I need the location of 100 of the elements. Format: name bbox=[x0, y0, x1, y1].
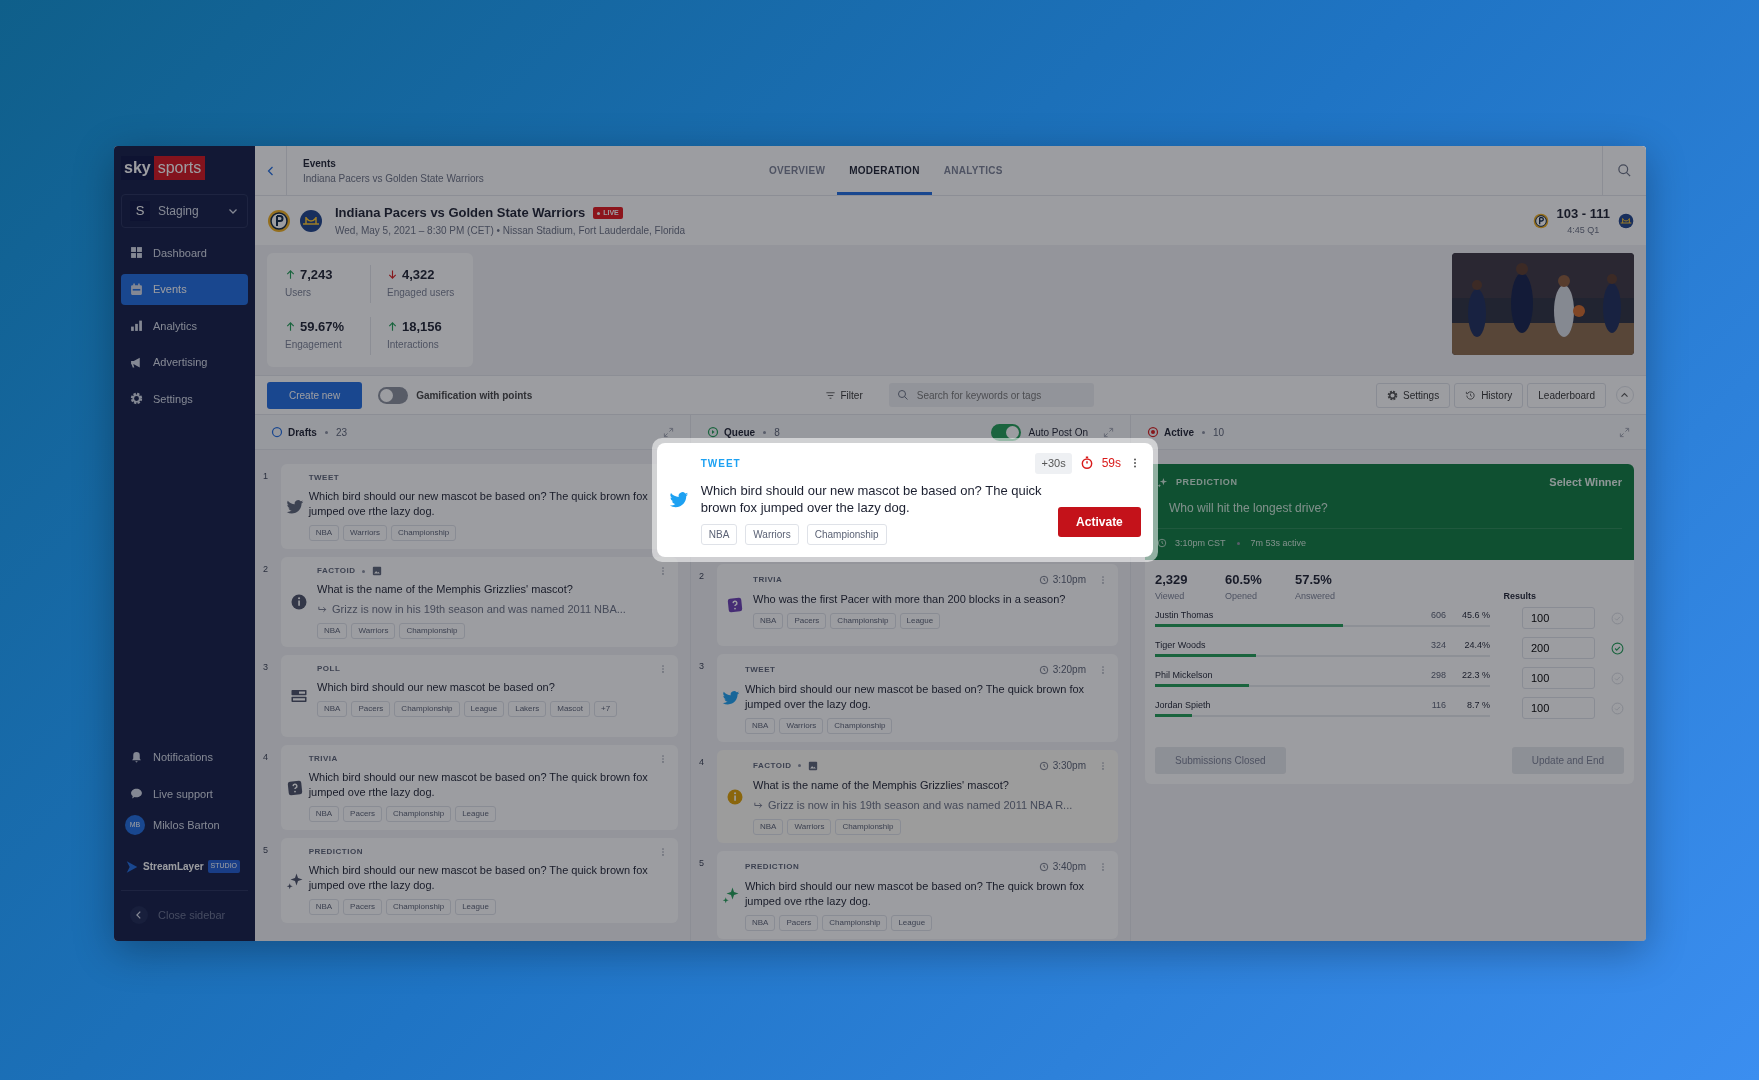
tag[interactable]: Championship bbox=[386, 899, 452, 915]
tag[interactable]: League bbox=[455, 899, 496, 915]
score: 103 - 111 bbox=[1556, 205, 1610, 223]
card-subtext: Grizz is now in his 19th season and was named 2011 NBA... bbox=[332, 602, 626, 617]
breadcrumb-subtitle: Indiana Pacers vs Golden State Warriors bbox=[303, 171, 485, 186]
toolbar-button[interactable]: Leaderboard bbox=[1527, 382, 1606, 408]
content-card[interactable]: POLL Which bird should our new mascot be based on? NBA Pacers Championship League Lakers Mascot +7 bbox=[281, 655, 678, 737]
tag[interactable]: Championship bbox=[822, 915, 888, 931]
brand-name: StreamLayer bbox=[143, 860, 204, 874]
extend-time-button[interactable]: +30s bbox=[1035, 453, 1072, 474]
search-icon[interactable] bbox=[1617, 163, 1632, 178]
tag[interactable]: Lakers bbox=[508, 701, 547, 717]
content-card[interactable]: FACTOID What is the name of the Memphis Grizzlies' mascot? Grizz is now in his 19th season and was named 2011 NBA... NBA Warriors Championship bbox=[281, 557, 678, 647]
toolbar-button[interactable]: History bbox=[1454, 382, 1524, 408]
expand-icon[interactable] bbox=[1619, 426, 1630, 438]
tag[interactable]: Pacers bbox=[343, 806, 382, 822]
time: 3:30pm bbox=[1052, 759, 1086, 773]
sidebar-item[interactable]: Dashboard bbox=[121, 237, 248, 268]
workspace-dropdown[interactable]: S Staging bbox=[121, 194, 248, 228]
search-input[interactable]: Search for keywords or tags bbox=[914, 386, 1086, 404]
tag[interactable]: Warriors bbox=[787, 819, 832, 835]
content-card[interactable]: TWEET 3:20pm Which bird should our new mascot be based on? The quick brown fox jumped over the lazy dog. NBA Warriors Championship bbox=[717, 654, 1118, 742]
expand-icon[interactable] bbox=[1103, 426, 1114, 438]
clock-icon bbox=[1038, 574, 1049, 585]
tag[interactable]: League bbox=[455, 806, 496, 822]
tag[interactable]: NBA bbox=[308, 899, 340, 915]
toggle-switch[interactable] bbox=[378, 386, 409, 404]
filter-icon bbox=[824, 389, 836, 401]
tag[interactable]: NBA bbox=[308, 525, 340, 541]
tag[interactable]: Warriors bbox=[779, 718, 824, 734]
tag[interactable]: Pacers bbox=[779, 915, 819, 931]
select-winner-button[interactable]: Select Winner bbox=[1549, 474, 1622, 491]
tab[interactable]: OVERVIEW bbox=[757, 147, 838, 195]
event-details: Wed, May 5, 2021 – 8:30 PM (CET) • Nissan Stadium, Fort Lauderdale, Florida bbox=[335, 223, 687, 238]
item-number: 3 bbox=[263, 661, 269, 674]
tag[interactable]: NBA bbox=[744, 915, 776, 931]
bird-icon bbox=[285, 497, 304, 516]
sidebar-item[interactable]: Notifications bbox=[121, 742, 248, 773]
check-circle-icon[interactable] bbox=[1611, 641, 1624, 655]
result-input[interactable]: 200 bbox=[1522, 637, 1595, 659]
content-card[interactable]: TRIVIA 3:10pm Who was the first Pacer with more than 200 blocks in a season? NBA Pacers Championship League bbox=[717, 564, 1118, 646]
tag[interactable]: Championship bbox=[835, 819, 901, 835]
result-input[interactable]: 100 bbox=[1522, 697, 1595, 719]
content-card[interactable]: PREDICTION 3:40pm Which bird should our new mascot be based on? The quick brown fox jumped ove rthe lazy dog. NBA Pacers Championship League bbox=[717, 851, 1118, 939]
play-logo-icon bbox=[125, 859, 139, 874]
item-number: 5 bbox=[699, 857, 705, 870]
bar-chart-icon bbox=[130, 319, 143, 333]
card-text: Which bird should our new mascot be based on? The quick brown fox jumped ove rthe lazy dog. bbox=[308, 770, 649, 800]
tag[interactable]: Pacers bbox=[343, 899, 382, 915]
metric-label: Viewed bbox=[1155, 589, 1186, 603]
tag[interactable]: NBA bbox=[700, 523, 738, 545]
content-card[interactable]: FACTOID 3:30pm What is the name of the Memphis Grizzlies' mascot? Grizz is now in his 19th season and was named 2011 NBA R... NBA Warriors Championship bbox=[717, 750, 1118, 843]
tag[interactable]: Warriors bbox=[343, 525, 387, 541]
card-type: PREDICTION bbox=[744, 860, 800, 873]
tag[interactable]: +7 bbox=[594, 701, 618, 717]
card-text: What is the name of the Memphis Grizzlies' mascot? bbox=[317, 582, 574, 597]
content-card[interactable]: PREDICTION Which bird should our new mascot be based on? The quick brown fox jumped ove rthe lazy dog. NBA Pacers Championship League bbox=[281, 838, 678, 923]
result-input[interactable]: 100 bbox=[1522, 607, 1595, 629]
tag[interactable]: Warriors bbox=[745, 523, 799, 545]
sidebar-item[interactable]: Events bbox=[121, 274, 248, 305]
content-card[interactable]: TRIVIA Which bird should our new mascot be based on? The quick brown fox jumped ove rthe lazy dog. NBA Pacers Championship League bbox=[281, 745, 678, 830]
activate-button[interactable]: Activate bbox=[1057, 506, 1141, 537]
logo-text: sky bbox=[121, 156, 154, 180]
card-type: TWEET bbox=[700, 456, 741, 471]
tag[interactable]: Championship bbox=[394, 701, 460, 717]
tag[interactable]: Championship bbox=[391, 525, 457, 541]
tag[interactable]: League bbox=[899, 613, 941, 629]
toolbar-button[interactable]: Settings bbox=[1376, 382, 1451, 408]
tag[interactable]: NBA bbox=[744, 718, 776, 734]
tag[interactable]: Championship bbox=[806, 523, 887, 545]
sidebar-item[interactable]: Advertising bbox=[121, 347, 248, 378]
tag[interactable]: NBA bbox=[753, 819, 784, 835]
tab[interactable]: ANALYTICS bbox=[931, 147, 1015, 195]
tag[interactable]: Championship bbox=[827, 718, 893, 734]
expand-icon[interactable] bbox=[663, 426, 674, 438]
tag[interactable]: NBA bbox=[317, 623, 348, 639]
tag[interactable]: Pacers bbox=[787, 613, 827, 629]
tag[interactable]: Mascot bbox=[550, 701, 590, 717]
tag[interactable]: Championship bbox=[386, 806, 452, 822]
toggle-switch[interactable] bbox=[990, 423, 1021, 441]
tag[interactable]: NBA bbox=[317, 701, 348, 717]
tag[interactable]: Pacers bbox=[351, 701, 391, 717]
percentage: 22.3 % bbox=[1460, 669, 1490, 683]
tag[interactable]: NBA bbox=[753, 613, 784, 629]
sidebar-item[interactable]: Settings bbox=[121, 383, 248, 414]
action-button[interactable]: Update and End bbox=[1511, 747, 1624, 774]
user-name[interactable]: Miklos Barton bbox=[153, 816, 220, 834]
tag[interactable]: League bbox=[891, 915, 933, 931]
search-field[interactable]: Search for keywords or tags bbox=[888, 383, 1094, 407]
tag[interactable]: Championship bbox=[399, 623, 465, 639]
result-input[interactable]: 100 bbox=[1522, 667, 1595, 689]
tag[interactable]: NBA bbox=[308, 806, 340, 822]
tag[interactable]: Warriors bbox=[351, 623, 396, 639]
sidebar-item[interactable]: Live support bbox=[121, 778, 248, 809]
sidebar-item[interactable]: Analytics bbox=[121, 310, 248, 341]
poll-icon bbox=[290, 687, 308, 705]
action-button[interactable]: Submissions Closed bbox=[1155, 747, 1286, 774]
tag[interactable]: League bbox=[463, 701, 505, 717]
create-button[interactable]: Create new bbox=[267, 381, 363, 409]
tag[interactable]: Championship bbox=[830, 613, 896, 629]
